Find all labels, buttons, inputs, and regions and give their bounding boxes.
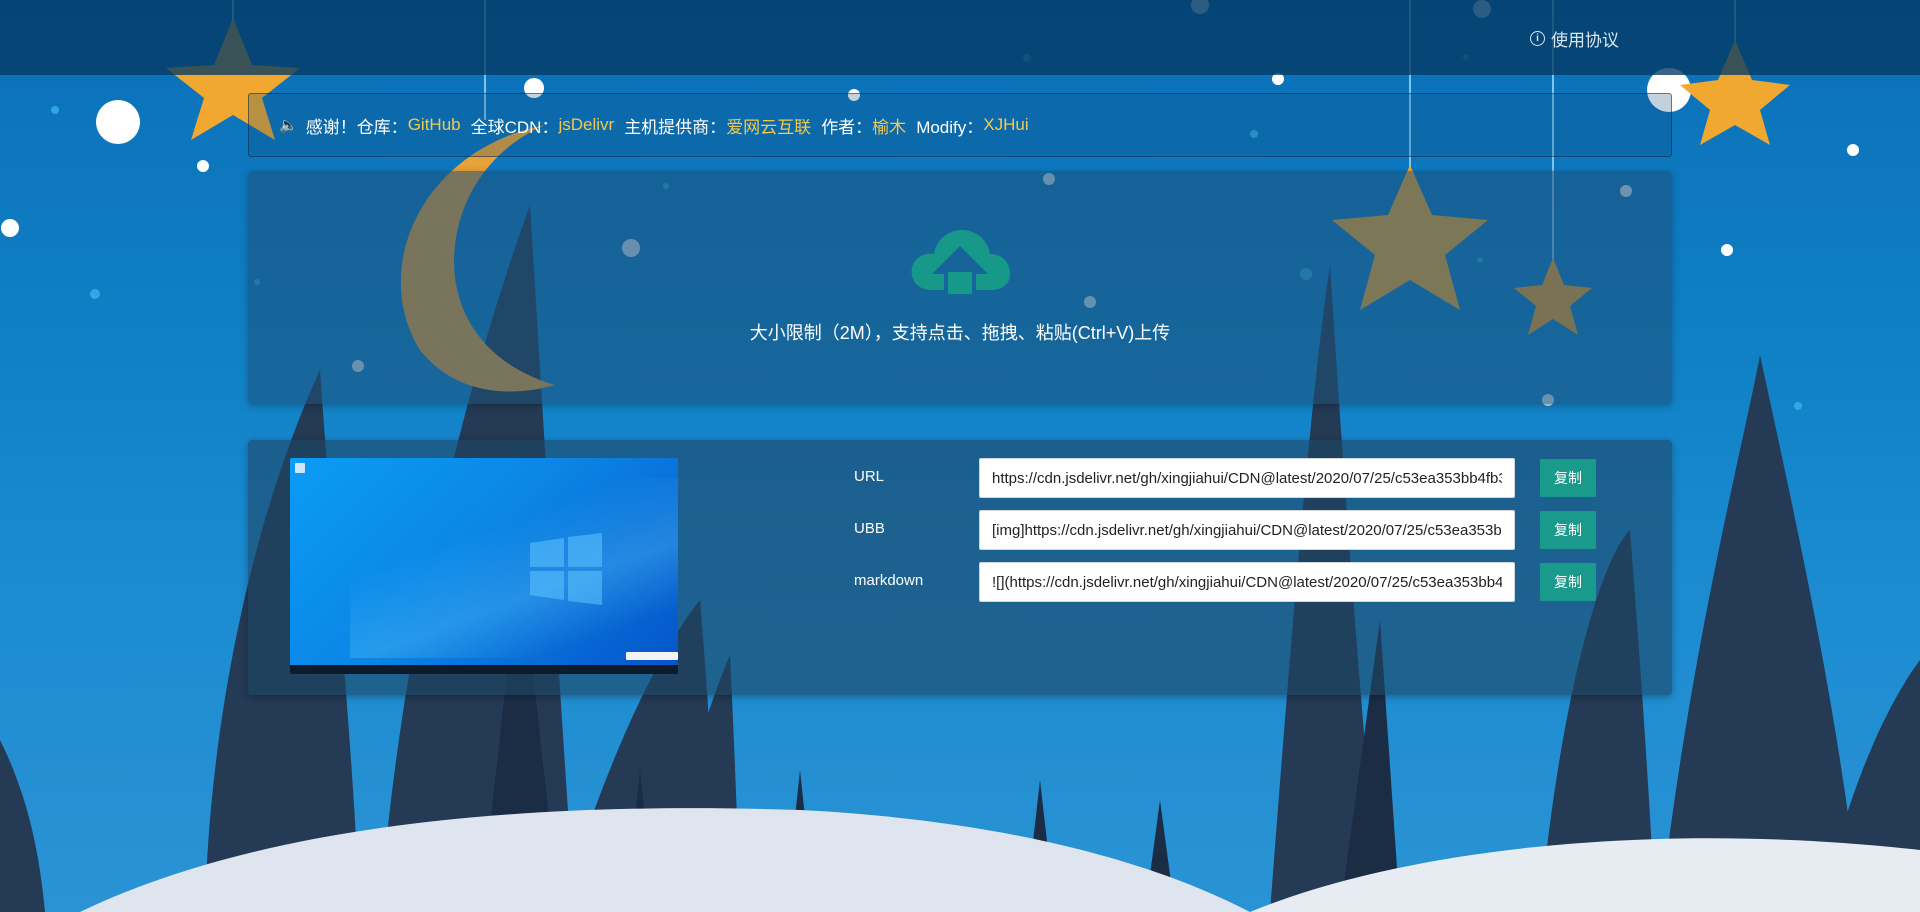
host-link[interactable]: 爱网云互联: [726, 113, 811, 138]
speaker-icon: 🔈: [279, 117, 298, 134]
terms-label: 使用协议: [1551, 31, 1619, 50]
modify-link[interactable]: XJHui: [983, 115, 1028, 135]
url-field[interactable]: [979, 458, 1515, 498]
markdown-row: markdown 复制: [248, 562, 1672, 602]
info-icon: i: [1530, 31, 1545, 46]
repo-label: 仓库：: [356, 117, 408, 137]
modify-label: Modify：: [916, 117, 984, 137]
host-label: 主机提供商：: [624, 117, 727, 137]
ubb-field[interactable]: [979, 510, 1515, 550]
upload-hint: 大小限制（2M），支持点击、拖拽、粘贴(Ctrl+V)上传: [749, 323, 1171, 343]
top-bar: i 使用协议: [0, 0, 1920, 75]
author-link[interactable]: 榆木: [872, 113, 906, 138]
upload-dropzone[interactable]: 大小限制（2M），支持点击、拖拽、粘贴(Ctrl+V)上传: [248, 171, 1672, 404]
ubb-row: UBB 复制: [248, 510, 1672, 550]
url-row: URL 复制: [248, 458, 1672, 498]
preview-notification: [626, 652, 678, 660]
copy-markdown-button[interactable]: 复制: [1540, 563, 1596, 601]
ubb-label: UBB: [854, 520, 885, 537]
copy-url-button[interactable]: 复制: [1540, 459, 1596, 497]
author-label: 作者：: [821, 117, 873, 137]
credits-notice: 🔈 感谢！ 仓库： GitHub 全球CDN： jsDelivr 主机提供商： …: [248, 93, 1672, 157]
url-label: URL: [854, 468, 885, 485]
copy-ubb-button[interactable]: 复制: [1540, 511, 1596, 549]
result-panel: URL 复制 UBB 复制 markdown 复制: [248, 440, 1672, 695]
markdown-label: markdown: [854, 572, 924, 589]
cdn-label: 全球CDN：: [470, 117, 559, 137]
preview-taskbar: [290, 665, 678, 674]
github-link[interactable]: GitHub: [408, 115, 461, 135]
jsdelivr-link[interactable]: jsDelivr: [558, 115, 614, 135]
markdown-field[interactable]: [979, 562, 1515, 602]
thanks-text: 感谢！: [305, 117, 357, 137]
terms-link[interactable]: i 使用协议: [1530, 26, 1619, 51]
cloud-upload-icon: [911, 230, 1010, 294]
